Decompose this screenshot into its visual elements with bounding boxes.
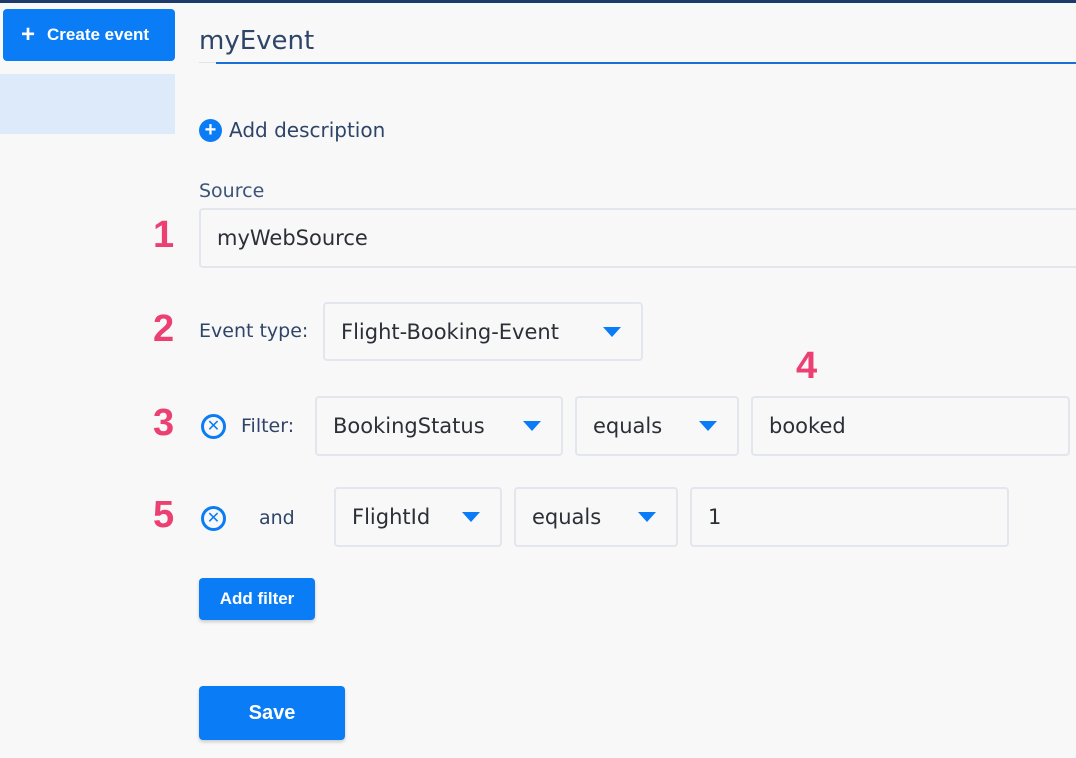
chevron-down-icon [638,512,656,522]
event-title-input[interactable] [199,20,1076,64]
sidebar-item-selected[interactable] [0,74,175,134]
sidebar: + Create event [0,3,175,758]
filter-field-value: FlightId [352,505,431,529]
source-label: Source [199,180,265,202]
create-event-button[interactable]: + Create event [3,9,175,61]
source-input[interactable]: myWebSource [199,208,1076,268]
filter-value-input[interactable]: booked [751,396,1070,456]
event-type-label: Event type: [199,320,309,342]
add-description-link[interactable]: + Add description [199,118,385,142]
chevron-down-icon [603,326,621,337]
filter-operator-value: equals [532,505,602,529]
source-value: myWebSource [217,226,368,250]
annotation-2: 2 [153,308,175,350]
filter-value: booked [769,414,846,438]
chevron-down-icon [523,421,541,431]
event-type-select[interactable]: Flight-Booking-Event [323,302,643,361]
filter-value: 1 [708,505,722,529]
remove-filter-icon[interactable]: ✕ [201,414,226,439]
event-type-value: Flight-Booking-Event [341,319,559,344]
and-label: and [259,507,295,529]
filter-operator-select[interactable]: equals [514,487,678,547]
remove-filter-icon[interactable]: ✕ [201,506,226,531]
chevron-down-icon [462,512,480,522]
annotation-1: 1 [153,214,175,256]
filter-value-input[interactable]: 1 [690,487,1009,547]
filter-operator-value: equals [593,414,663,438]
filter-field-select[interactable]: FlightId [334,487,502,547]
annotation-4: 4 [796,345,818,387]
annotation-3: 3 [153,402,175,444]
annotation-5: 5 [153,494,175,536]
filter-field-select[interactable]: BookingStatus [315,396,563,456]
plus-circle-icon: + [199,118,222,142]
filter-field-value: BookingStatus [333,414,485,438]
save-button[interactable]: Save [199,686,345,740]
add-filter-button[interactable]: Add filter [199,578,315,620]
plus-icon: + [21,21,36,48]
title-divider [199,62,216,63]
chevron-down-icon [699,421,717,431]
filter-operator-select[interactable]: equals [575,396,739,456]
add-description-label: Add description [229,118,386,142]
filter-label: Filter: [241,415,295,437]
create-event-label: Create event [47,25,150,44]
